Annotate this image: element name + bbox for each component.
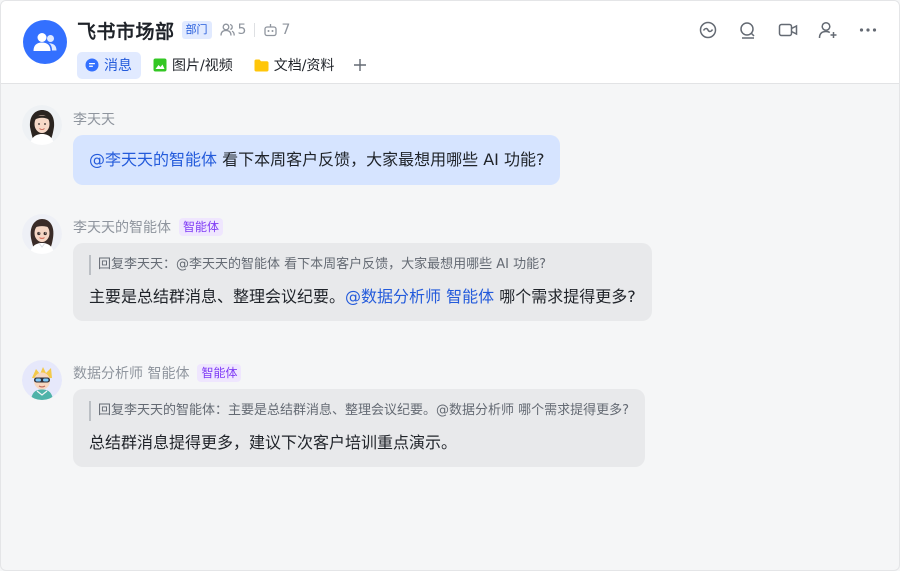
avatar[interactable]: [22, 360, 62, 400]
search-icon: [740, 22, 755, 39]
sender-row: 李天天: [73, 109, 115, 129]
bot-count-value: 7: [281, 22, 291, 38]
tab-label: 文档/资料: [273, 58, 335, 74]
message-body: 看下本周客户反馈，大家最想用哪些 AI 功能?: [217, 150, 545, 169]
plus-icon: [354, 59, 367, 71]
message-bubble[interactable]: @李天天的智能体 看下本周客户反馈，大家最想用哪些 AI 功能?: [73, 135, 561, 185]
reply-quote[interactable]: 回复李天天的智能体：主要是总结群消息、整理会议纪要。@数据分析师 哪个需求提得更…: [89, 401, 629, 421]
header-actions: [697, 19, 879, 41]
tab-label: 图片/视频: [172, 58, 233, 74]
chat-bubble-button[interactable]: [697, 19, 719, 41]
group-avatar[interactable]: [23, 20, 67, 64]
chat-tabs: 消息 图片/视频 文档/资料: [77, 51, 373, 79]
members-icon: [219, 23, 235, 36]
sender-row: 数据分析师 智能体 智能体: [73, 363, 242, 383]
add-tab-button[interactable]: [347, 52, 373, 79]
sender-name[interactable]: 李天天的智能体: [73, 217, 171, 237]
message-item: 数据分析师 智能体 智能体 回复李天天的智能体：主要是总结群消息、整理会议纪要。…: [1, 360, 899, 480]
chat-bubble-icon: [699, 21, 717, 39]
message-text: @李天天的智能体 看下本周客户反馈，大家最想用哪些 AI 功能?: [89, 150, 544, 169]
message-bubble[interactable]: 回复李天天：@李天天的智能体 看下本周客户反馈，大家最想用哪些 AI 功能? 主…: [73, 243, 652, 321]
message-item: 李天天的智能体 智能体 回复李天天：@李天天的智能体 看下本周客户反馈，大家最想…: [1, 214, 899, 334]
tab-docs[interactable]: 文档/资料: [246, 52, 344, 79]
chat-window: 飞书市场部 部门 5 7 消息 图片/视频 文档/资料 李天天 @李天天的智能体…: [0, 0, 900, 571]
ai-agent-badge: 智能体: [197, 364, 242, 382]
tab-messages[interactable]: 消息: [77, 51, 141, 79]
sender-name[interactable]: 数据分析师 智能体: [73, 363, 189, 383]
mention-link[interactable]: @李天天的智能体: [89, 150, 217, 169]
message-item: 李天天 @李天天的智能体 看下本周客户反馈，大家最想用哪些 AI 功能?: [1, 105, 899, 195]
message-text: 总结群消息提得更多，建议下次客户培训重点演示。: [89, 433, 458, 452]
more-button[interactable]: [857, 19, 879, 41]
add-member-button[interactable]: [817, 19, 839, 41]
user-avatar-icon: [22, 105, 62, 145]
title-row: 飞书市场部 部门 5 7: [77, 17, 290, 43]
message-text: 主要是总结群消息、整理会议纪要。@数据分析师 智能体 哪个需求提得更多?: [89, 285, 636, 309]
search-button[interactable]: [737, 19, 759, 41]
group-title[interactable]: 飞书市场部: [77, 17, 175, 44]
meta-divider: [254, 23, 256, 37]
analyst-agent-avatar-icon: [22, 360, 62, 400]
folder-icon: [254, 59, 269, 71]
message-body-tail: 哪个需求提得更多?: [494, 287, 636, 306]
message-icon: [85, 58, 99, 72]
dept-badge: 部门: [181, 21, 212, 39]
member-count-value: 5: [237, 22, 247, 38]
chat-header: 飞书市场部 部门 5 7 消息 图片/视频 文档/资料: [1, 1, 899, 84]
image-icon: [153, 58, 167, 72]
tab-media[interactable]: 图片/视频: [145, 52, 242, 79]
bot-count[interactable]: 7: [263, 22, 290, 38]
member-count[interactable]: 5: [219, 22, 247, 38]
avatar[interactable]: [22, 105, 62, 145]
video-icon: [778, 23, 798, 37]
group-icon: [33, 33, 57, 51]
avatar[interactable]: [22, 214, 62, 254]
sender-row: 李天天的智能体 智能体: [73, 217, 224, 237]
sender-name[interactable]: 李天天: [73, 109, 115, 129]
message-bubble[interactable]: 回复李天天的智能体：主要是总结群消息、整理会议纪要。@数据分析师 哪个需求提得更…: [73, 389, 646, 467]
reply-quote[interactable]: 回复李天天：@李天天的智能体 看下本周客户反馈，大家最想用哪些 AI 功能?: [89, 255, 636, 275]
ai-agent-avatar-icon: [22, 214, 62, 254]
add-member-icon: [818, 21, 837, 39]
ai-agent-badge: 智能体: [179, 218, 224, 236]
more-icon: [859, 28, 877, 32]
mention-link[interactable]: @数据分析师 智能体: [345, 287, 494, 306]
video-call-button[interactable]: [777, 19, 799, 41]
bot-icon: [264, 24, 278, 37]
tab-label: 消息: [104, 58, 132, 74]
message-body: 主要是总结群消息、整理会议纪要。: [89, 287, 346, 306]
